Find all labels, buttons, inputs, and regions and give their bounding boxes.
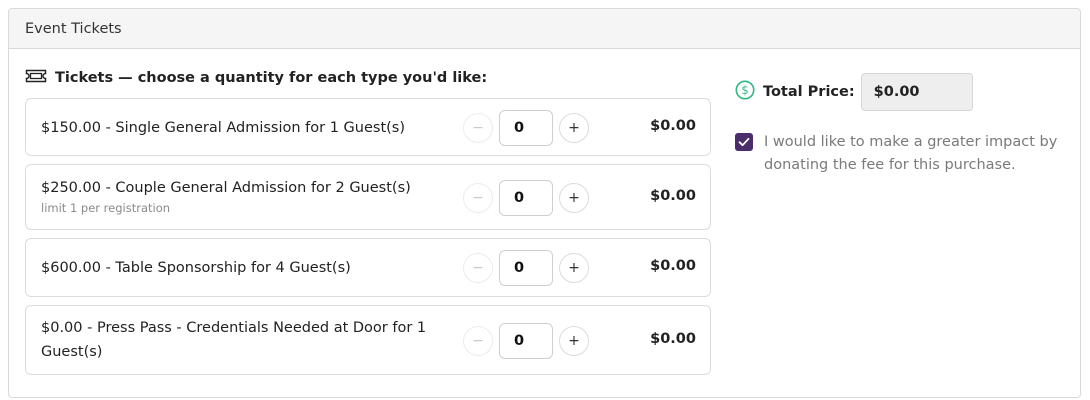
ticket-line-total: $0.00 xyxy=(650,118,696,134)
donate-fee-checkbox[interactable] xyxy=(735,133,753,151)
ticket-row: $0.00 - Press Pass - Credentials Needed … xyxy=(25,305,711,375)
quantity-stepper: − + xyxy=(463,110,589,146)
quantity-input[interactable] xyxy=(499,323,553,359)
ticket-line-total: $0.00 xyxy=(650,188,696,204)
ticket-row: $600.00 - Table Sponsorship for 4 Guest(… xyxy=(25,238,711,297)
ticket-icon xyxy=(25,69,55,87)
dollar-circle-icon: $ xyxy=(735,80,755,104)
quantity-stepper: − + xyxy=(463,180,589,216)
ticket-info: $0.00 - Press Pass - Credentials Needed … xyxy=(41,316,451,364)
ticket-name: $150.00 - Single General Admission for 1… xyxy=(41,120,406,136)
tickets-panel: Tickets — choose a quantity for each typ… xyxy=(25,67,711,375)
svg-text:$: $ xyxy=(741,83,748,97)
decrement-button[interactable]: − xyxy=(463,253,493,283)
ticket-info: $250.00 - Couple General Admission for 2… xyxy=(41,176,451,215)
decrement-button[interactable]: − xyxy=(463,113,493,143)
quantity-input[interactable] xyxy=(499,110,553,146)
quantity-input[interactable] xyxy=(499,250,553,286)
card-header: Event Tickets xyxy=(9,9,1080,49)
increment-button[interactable]: + xyxy=(559,183,589,213)
quantity-input[interactable] xyxy=(499,180,553,216)
donate-fee-label[interactable]: I would like to make a greater impact by… xyxy=(764,131,1064,177)
ticket-info: $600.00 - Table Sponsorship for 4 Guest(… xyxy=(41,256,451,280)
increment-button[interactable]: + xyxy=(559,326,589,356)
card-title: Event Tickets xyxy=(25,20,122,37)
ticket-info: $150.00 - Single General Admission for 1… xyxy=(41,116,451,140)
total-price-row: $ Total Price: $0.00 xyxy=(735,73,973,111)
ticket-name: $250.00 - Couple General Admission for 2… xyxy=(41,180,411,196)
quantity-stepper: − + xyxy=(463,323,589,359)
ticket-line-total: $0.00 xyxy=(650,258,696,274)
decrement-button[interactable]: − xyxy=(463,183,493,213)
tickets-section-title: Tickets — choose a quantity for each typ… xyxy=(25,67,711,89)
ticket-name: $600.00 - Table Sponsorship for 4 Guest(… xyxy=(41,260,351,276)
donate-fee-option: I would like to make a greater impact by… xyxy=(735,131,1064,177)
event-tickets-card: Event Tickets Tickets — choose a quantit… xyxy=(8,8,1081,398)
increment-button[interactable]: + xyxy=(559,113,589,143)
ticket-row: $250.00 - Couple General Admission for 2… xyxy=(25,164,711,230)
ticket-row: $150.00 - Single General Admission for 1… xyxy=(25,98,711,156)
ticket-name: $0.00 - Press Pass - Credentials Needed … xyxy=(41,320,427,360)
ticket-limit-note: limit 1 per registration xyxy=(41,201,171,215)
decrement-button[interactable]: − xyxy=(463,326,493,356)
tickets-section-label: Tickets — choose a quantity for each typ… xyxy=(55,70,488,86)
quantity-stepper: − + xyxy=(463,250,589,286)
checkmark-icon xyxy=(738,137,750,147)
total-price-label: Total Price: xyxy=(763,84,855,100)
total-price-field: $0.00 xyxy=(860,73,973,111)
increment-button[interactable]: + xyxy=(559,253,589,283)
ticket-line-total: $0.00 xyxy=(650,331,696,347)
